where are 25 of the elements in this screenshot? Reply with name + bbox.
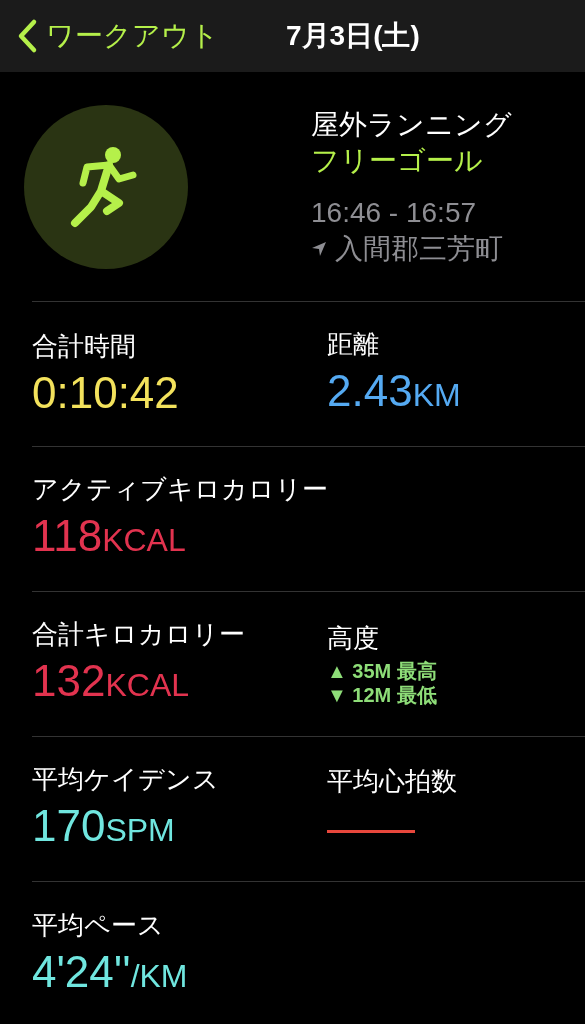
time-range: 16:46 - 16:57 (311, 195, 478, 230)
metric-value: 132KCAL (32, 655, 190, 707)
metric-label: 合計時間 (32, 330, 137, 363)
nav-title: 7月3日(土) (286, 19, 420, 53)
location-label: 入間郡三芳町 (335, 231, 503, 266)
metric-value: 4'24''/KM (32, 945, 189, 998)
activity-title: 屋外ランニング (311, 107, 512, 142)
back-chevron-icon (16, 18, 38, 54)
metric-label: 合計キロカロリー (32, 618, 246, 651)
metric-label: 高度 (327, 622, 380, 655)
metric-label: 平均ケイデンス (32, 763, 220, 796)
metric-label: 距離 (327, 328, 380, 361)
back-button[interactable]: ワークアウト (16, 15, 286, 57)
metric-value: 2.43KM (327, 365, 462, 417)
metric-value: 118KCAL (32, 510, 187, 562)
metric-label: 平均心拍数 (327, 765, 458, 798)
elevation-reading: ▲ 35M 最高 (327, 659, 438, 683)
metric-value: —— (327, 802, 416, 854)
metric-label: 平均ペース (32, 908, 165, 942)
elevation-reading: ▼ 12M 最低 (327, 683, 438, 707)
goal-label: フリーゴール (311, 143, 484, 178)
metric-value: 170SPM (32, 800, 176, 852)
metric-value: 0:10:42 (32, 367, 180, 419)
location-arrow-icon (311, 240, 327, 257)
metric-label: アクティブキロカロリー (32, 473, 329, 506)
